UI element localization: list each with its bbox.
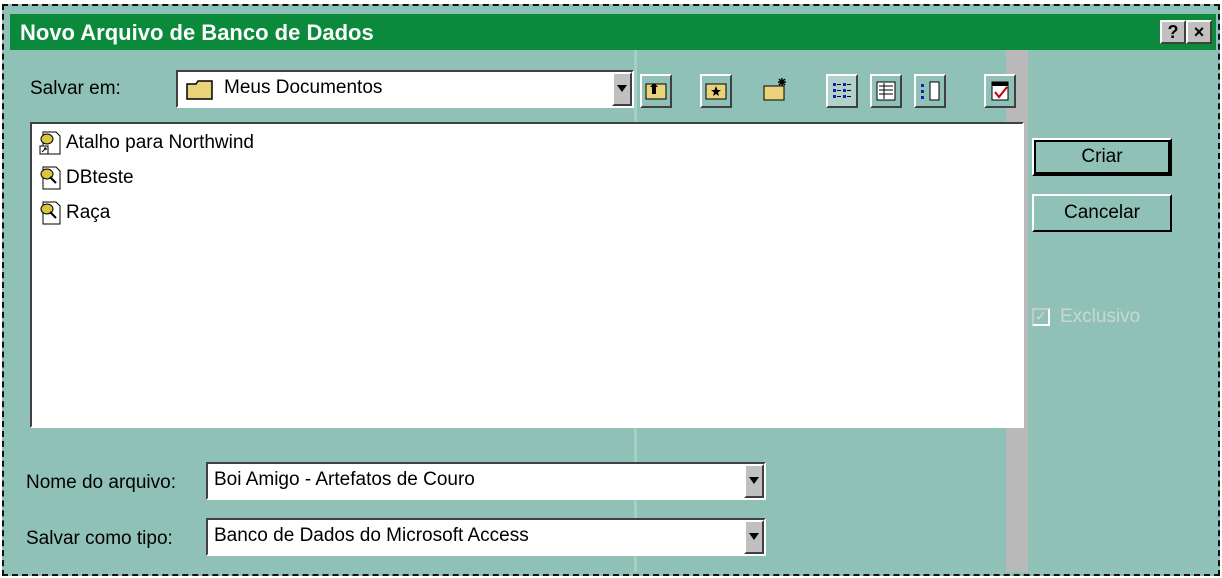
help-button[interactable]: ? (1160, 20, 1186, 44)
create-button[interactable]: Criar (1032, 138, 1172, 176)
new-folder-icon (763, 78, 786, 101)
title-bar[interactable]: Novo Arquivo de Banco de Dados ? × (10, 14, 1216, 50)
save-in-value: Meus Documentos (224, 77, 383, 98)
details-view-button[interactable] (870, 74, 902, 108)
filename-value: Boi Amigo - Artefatos de Couro (214, 469, 475, 490)
exclusive-checkbox[interactable]: ✓ (1032, 308, 1050, 326)
filetype-value: Banco de Dados do Microsoft Access (214, 525, 529, 546)
shortcut-database-icon (39, 131, 61, 155)
chevron-down-icon (617, 85, 627, 92)
favorites-folder-icon (705, 83, 727, 100)
filetype-dropdown[interactable] (744, 520, 764, 554)
list-item[interactable]: Raça (38, 200, 110, 226)
database-icon (40, 201, 61, 225)
cancel-button[interactable]: Cancelar (1032, 194, 1172, 232)
favorites-button[interactable] (700, 74, 732, 108)
up-folder-button[interactable] (640, 74, 672, 108)
close-button[interactable]: × (1186, 20, 1212, 44)
filename-input[interactable]: Boi Amigo - Artefatos de Couro (206, 462, 766, 500)
file-name: Raça (66, 202, 111, 223)
chevron-down-icon (749, 477, 759, 484)
save-in-label: Salvar em: (30, 78, 121, 99)
details-view-icon (876, 81, 896, 101)
list-item[interactable]: DBteste (38, 165, 134, 191)
properties-view-button[interactable] (914, 74, 946, 108)
list-view-button[interactable] (826, 74, 858, 108)
file-list[interactable]: Atalho para Northwind DBteste Raça (30, 122, 1024, 428)
file-name: Atalho para Northwind (66, 132, 254, 153)
list-item[interactable]: Atalho para Northwind (38, 130, 254, 156)
chevron-down-icon (749, 533, 759, 540)
database-icon (40, 166, 61, 190)
new-folder-button[interactable] (760, 74, 792, 108)
properties-view-icon (921, 81, 940, 101)
folder-icon (186, 80, 213, 100)
save-in-combo[interactable]: Meus Documentos (176, 70, 634, 108)
filename-dropdown[interactable] (744, 464, 764, 498)
filetype-label: Salvar como tipo: (26, 528, 173, 549)
list-view-icon (833, 83, 851, 98)
file-name: DBteste (66, 167, 134, 188)
up-folder-icon (645, 83, 667, 100)
filename-label: Nome do arquivo: (26, 472, 176, 493)
commands-icon (991, 81, 1009, 101)
filetype-select[interactable]: Banco de Dados do Microsoft Access (206, 518, 766, 556)
window-title: Novo Arquivo de Banco de Dados (20, 20, 374, 45)
save-in-dropdown[interactable] (612, 72, 632, 106)
commands-button[interactable] (984, 74, 1016, 108)
exclusive-label: Exclusivo (1060, 306, 1141, 327)
